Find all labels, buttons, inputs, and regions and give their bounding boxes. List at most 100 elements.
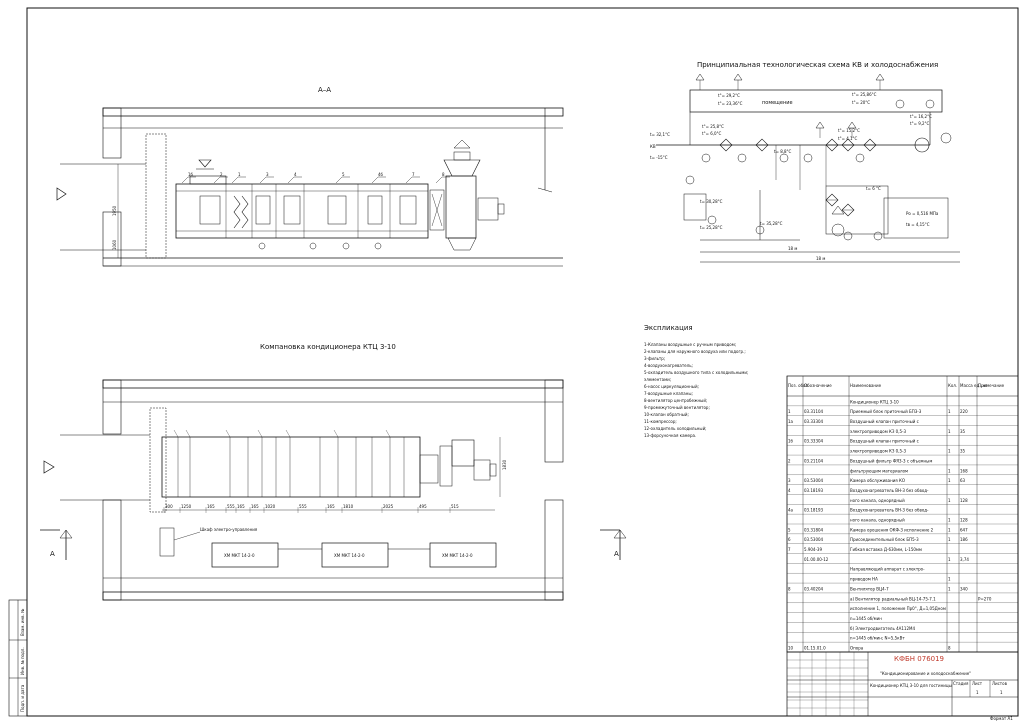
plan-title: Компановка кондиционера КТЦ 3-10 xyxy=(260,343,396,351)
stamp-subject: "Кондиционирование и холодоснабжение" xyxy=(880,671,971,676)
sidebar-label-1: Подп. и дата xyxy=(20,684,25,712)
spec-cell: 1 xyxy=(788,409,791,414)
title-block: КФБН 076019 "Кондиционирование и холодос… xyxy=(786,651,1019,721)
section-item-label: 1 xyxy=(238,172,241,177)
temp-18: Ро = 0,516 МПа xyxy=(906,211,939,216)
spec-cell: 03.18193 xyxy=(804,488,824,493)
section-aa: А–А 1б 2 1 3 4 5 4б 7 8 1950 1060 xyxy=(56,86,564,267)
explication-item: 9-промежуточный вентилятор; xyxy=(644,405,710,410)
temp-2: t°= 25,86°С xyxy=(852,92,877,97)
spec-cell: Гибкая вставка Д-630мм, L-150мм xyxy=(850,547,922,552)
spec-cell: n=1445 об/мин xyxy=(850,616,882,621)
spec-cell: Воздушный фильтр ФЯ3-3 с объемным xyxy=(850,458,932,463)
schema-instrument xyxy=(737,153,747,163)
explication-item: 8-вентилятор центробежный; xyxy=(644,398,707,403)
spec-cell: 128 xyxy=(960,498,968,503)
spec-cell: 4 xyxy=(788,488,791,493)
spec-cell: Кондиционер КТЦ 3-10 xyxy=(850,399,899,404)
temp-3: t°= 20°С xyxy=(852,100,870,105)
schema-instrument xyxy=(803,153,813,163)
explication-item: 6-насос циркуляционный; xyxy=(644,384,699,389)
schema-instrument xyxy=(873,231,883,241)
spec-cell: 1 xyxy=(948,409,951,414)
explication-item: 3-фильтр; xyxy=(644,356,665,361)
plan-dim: 2025 xyxy=(383,504,394,509)
temp-7: t°= 6,0°С xyxy=(702,131,722,136)
chiller-label: ХМ МКТ 14-2-0 xyxy=(224,553,255,558)
plan-dim: 1020 xyxy=(265,504,276,509)
stamp-sheets-no: 1 xyxy=(1000,690,1003,695)
plan-dim: 165 xyxy=(327,504,335,509)
spec-cell: 2 xyxy=(788,458,791,463)
spec-cell: 1а xyxy=(788,419,794,424)
spec-header: Наименование xyxy=(850,383,882,388)
spec-cell: 1 xyxy=(948,478,951,483)
chiller-label: ХМ МКТ 14-2-0 xyxy=(442,553,473,558)
spec-cell: 1 xyxy=(948,586,951,591)
temp-10: t= 32,1°С xyxy=(650,132,670,137)
explication-item: 1-Клапаны воздушные с ручным приводом; xyxy=(644,342,736,347)
drawing-sheet: Инв. № подл. Подп. и дата Взам. инв. № А… xyxy=(0,0,1024,721)
spec-cell: 1 xyxy=(948,518,951,523)
sidebar-label-0: Инв. № подл. xyxy=(20,647,25,675)
spec-cell: 647 xyxy=(960,527,968,532)
section-item-label: 8 xyxy=(442,172,445,177)
schema-instrument xyxy=(843,231,853,241)
schema-instrument xyxy=(895,99,905,109)
spec-header: Примечание xyxy=(978,383,1005,388)
spec-cell: Направляющий аппарат с электро- xyxy=(850,567,925,572)
explication-item: 13-форсуночная камера. xyxy=(644,433,696,438)
temp-9: t°= 4,1°С xyxy=(838,136,858,141)
spec-cell: 03.53004 xyxy=(804,478,824,483)
spec-cell: 35 xyxy=(960,449,966,454)
spec-cell: 03.21104 xyxy=(804,458,824,463)
spec-cell: 03.33304 xyxy=(804,419,824,424)
cut-letter-left: А xyxy=(50,550,55,558)
stamp-format: Формат А1 xyxy=(990,716,1013,721)
temp-0: t°= 29,2°С xyxy=(718,93,740,98)
explication-item: 12-охладитель холодильный; xyxy=(644,426,707,431)
sidebar-label-2: Взам. инв. № xyxy=(20,609,25,636)
spec-table: Поз. обоз.Обозначение Наименование Кол. Мас… xyxy=(786,375,1019,653)
spec-cell: Воздухонагреватель ВН-3 без обвод- xyxy=(850,488,929,493)
spec-cell: 220 xyxy=(960,409,968,414)
spec-cell: 63 xyxy=(960,478,966,483)
spec-cell: 1б xyxy=(788,439,794,444)
section-dim-1: 1060 xyxy=(112,239,117,250)
spec-cell: Р=270 xyxy=(978,596,992,601)
spec-cell: 340 xyxy=(960,586,968,591)
explication-item: 7-воздушные клапаны; xyxy=(644,391,693,396)
spec-cell: 03.31804 xyxy=(804,527,824,532)
spec-cell: 1 xyxy=(948,557,951,562)
spec-cell: 7 xyxy=(788,547,791,552)
plan-dim: 300 xyxy=(165,504,173,509)
spec-cell: Воздушный клапан приточный с xyxy=(850,439,919,444)
spec-cell: 8 xyxy=(948,646,951,651)
spec-cell: 5.904-39 xyxy=(804,547,822,552)
spec-cell: 1 xyxy=(948,429,951,434)
stamp-sheet-label: Лист xyxy=(972,681,983,686)
control-cabinet-label: Шкаф электро-управления xyxy=(200,527,258,532)
plan-dim: 165 xyxy=(251,504,259,509)
stamp-stage: Стадия xyxy=(953,681,969,686)
spec-cell: б) Электродвигатель 4А112М4 xyxy=(850,626,915,631)
spec-cell: 5 xyxy=(788,527,791,532)
section-item-label: 7 xyxy=(412,172,415,177)
spec-cell: 4а xyxy=(788,508,794,513)
schema-instrument xyxy=(779,153,789,163)
explication-item: 4-воздухонагреватель; xyxy=(644,363,693,368)
explication-item: 11-компрессор; xyxy=(644,419,677,424)
spec-header: Обозначение xyxy=(804,383,832,388)
schema-title: Принципиальная технологическая схема КВ … xyxy=(697,61,938,69)
section-dim-0: 1950 xyxy=(112,205,117,216)
spec-cell: электроприводом КЗ 0,5-3 xyxy=(850,429,906,434)
spec-cell: Приемный блок приточный БП3-3 xyxy=(850,409,922,414)
spec-cell: Вентилятор ВЦ4-7 xyxy=(850,586,889,591)
plan-view: Компановка кондиционера КТЦ 3-10 300 1250… xyxy=(40,343,627,601)
plan-dim: 515 xyxy=(451,504,459,509)
spec-cell: Камера орошения ОКФ-3 исполнение 2 xyxy=(850,527,934,532)
spec-cell: 1 xyxy=(948,537,951,542)
stamp-sheets-label: Листов xyxy=(992,681,1008,686)
plan-dim: 495 xyxy=(419,504,427,509)
spec-cell: 01.00.00-12 xyxy=(804,557,829,562)
